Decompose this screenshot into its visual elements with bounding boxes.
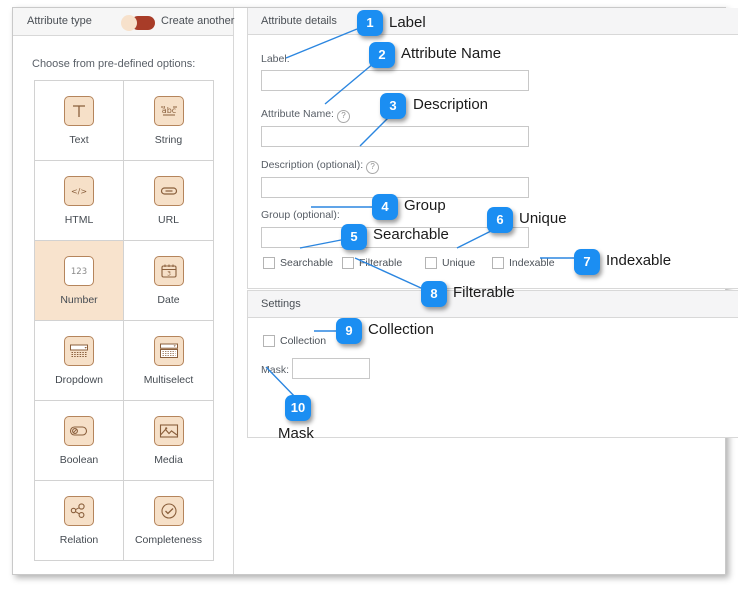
unique-label: Unique bbox=[442, 257, 475, 269]
multiselect-icon bbox=[154, 336, 184, 366]
filterable-checkbox[interactable] bbox=[342, 257, 354, 269]
tile-label: Date bbox=[157, 295, 179, 306]
tile-label: String bbox=[155, 135, 182, 146]
attribute-type-tile-boolean[interactable]: Boolean bbox=[35, 401, 124, 481]
settings-panel: Settings Collection Mask: bbox=[247, 290, 738, 438]
indexable-label: Indexable bbox=[509, 257, 555, 269]
attribute-type-panel: Attribute type Create another Choose fro… bbox=[13, 8, 234, 574]
boolean-icon bbox=[64, 416, 94, 446]
string-icon: abc bbox=[154, 96, 184, 126]
searchable-label: Searchable bbox=[280, 257, 333, 269]
attribute-type-tile-date[interactable]: 3 Date bbox=[124, 241, 213, 321]
create-another-label: Create another bbox=[161, 15, 234, 27]
attribute-name-help-icon[interactable]: ? bbox=[337, 110, 350, 123]
tile-label: Multiselect bbox=[144, 375, 194, 386]
dropdown-icon bbox=[64, 336, 94, 366]
number-icon: 123 bbox=[64, 256, 94, 286]
tile-label: HTML bbox=[65, 215, 94, 226]
date-icon: 3 bbox=[154, 256, 184, 286]
attribute-type-tile-relation[interactable]: Relation bbox=[35, 481, 124, 561]
tile-label: Boolean bbox=[60, 455, 99, 466]
collection-label: Collection bbox=[280, 335, 326, 347]
attribute-type-tile-string[interactable]: abc String bbox=[124, 81, 213, 161]
collection-checkbox[interactable] bbox=[263, 335, 275, 347]
settings-header: Settings bbox=[248, 291, 738, 318]
tile-label: Number bbox=[60, 295, 97, 306]
attribute-type-tile-url[interactable]: URL bbox=[124, 161, 213, 241]
text-icon bbox=[64, 96, 94, 126]
attribute-details-title: Attribute details bbox=[261, 15, 337, 27]
attribute-type-tile-multiselect[interactable]: Multiselect bbox=[124, 321, 213, 401]
attribute-details-column: Attribute details Label: Attribute Name:… bbox=[234, 8, 725, 574]
attribute-type-tile-number[interactable]: 123 Number bbox=[35, 241, 124, 321]
attribute-type-tile-dropdown[interactable]: Dropdown bbox=[35, 321, 124, 401]
completeness-icon bbox=[154, 496, 184, 526]
tile-label: Dropdown bbox=[55, 375, 103, 386]
mask-field-label: Mask: bbox=[261, 364, 289, 376]
attribute-details-header: Attribute details bbox=[248, 8, 738, 35]
relation-icon bbox=[64, 496, 94, 526]
label-field-label: Label: bbox=[261, 53, 290, 65]
attribute-type-header: Attribute type Create another bbox=[13, 8, 233, 36]
settings-title: Settings bbox=[261, 298, 301, 310]
searchable-checkbox[interactable] bbox=[263, 257, 275, 269]
url-icon bbox=[154, 176, 184, 206]
unique-checkbox[interactable] bbox=[425, 257, 437, 269]
attribute-type-tile-media[interactable]: Media bbox=[124, 401, 213, 481]
filterable-label: Filterable bbox=[359, 257, 402, 269]
attribute-type-tile-html[interactable]: </> HTML bbox=[35, 161, 124, 241]
create-another-toggle[interactable] bbox=[121, 15, 155, 30]
attribute-type-tile-text[interactable]: Text bbox=[35, 81, 124, 161]
media-icon bbox=[154, 416, 184, 446]
group-field-label: Group (optional): bbox=[261, 209, 340, 221]
attribute-type-title: Attribute type bbox=[27, 15, 92, 27]
description-input[interactable] bbox=[261, 177, 529, 198]
description-field-label: Description (optional):? bbox=[261, 159, 379, 174]
svg-text:</>: </> bbox=[71, 187, 87, 196]
svg-text:123: 123 bbox=[71, 267, 87, 277]
attribute-name-field-label: Attribute Name:? bbox=[261, 108, 350, 123]
indexable-checkbox[interactable] bbox=[492, 257, 504, 269]
tile-label: Completeness bbox=[135, 535, 202, 546]
attribute-type-tile-grid: Text abc String </> HTML URL 123 Number 3 Date Dro… bbox=[34, 80, 214, 561]
toggle-knob bbox=[121, 15, 137, 31]
tile-label: Media bbox=[154, 455, 183, 466]
attribute-name-input[interactable] bbox=[261, 126, 529, 147]
tile-label: Text bbox=[69, 135, 88, 146]
html-icon: </> bbox=[64, 176, 94, 206]
label-input[interactable] bbox=[261, 70, 529, 91]
attribute-type-tile-completeness[interactable]: Completeness bbox=[124, 481, 213, 561]
tile-label: URL bbox=[158, 215, 179, 226]
choose-options-label: Choose from pre-defined options: bbox=[32, 58, 195, 70]
mask-input[interactable] bbox=[292, 358, 370, 379]
attribute-editor-window: Attribute type Create another Choose fro… bbox=[12, 7, 726, 575]
description-help-icon[interactable]: ? bbox=[366, 161, 379, 174]
tile-label: Relation bbox=[60, 535, 99, 546]
svg-text:3: 3 bbox=[167, 270, 171, 277]
group-input[interactable] bbox=[261, 227, 529, 248]
attribute-details-panel: Attribute details Label: Attribute Name:… bbox=[247, 8, 738, 289]
